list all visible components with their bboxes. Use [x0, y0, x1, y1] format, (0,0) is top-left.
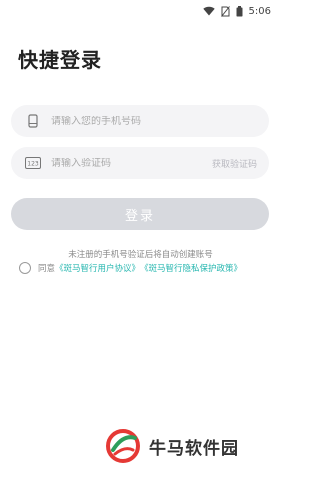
no-sim-icon: [220, 5, 230, 17]
watermark-logo-icon: [103, 424, 143, 468]
watermark: 牛马软件园: [103, 424, 239, 468]
get-code-button[interactable]: 获取验证码: [212, 157, 257, 170]
wifi-icon: [202, 6, 215, 16]
status-bar: 5:06: [0, 0, 281, 22]
phone-input[interactable]: [51, 115, 257, 127]
agreement-checkbox[interactable]: [19, 262, 31, 274]
code-123-icon: 123: [25, 155, 41, 171]
status-time: 5:06: [248, 5, 271, 17]
phone-icon: [25, 113, 41, 129]
svg-text:123: 123: [27, 161, 39, 168]
login-button[interactable]: 登录: [11, 198, 269, 230]
phone-field[interactable]: [11, 105, 269, 137]
agreement-prefix: 同意: [38, 264, 56, 274]
agreement-row: 同意 《斑马智行用户协议》 《斑马智行隐私保护政策》: [19, 262, 242, 274]
user-agreement-link[interactable]: 《斑马智行用户协议》: [55, 262, 140, 274]
watermark-text: 牛马软件园: [149, 438, 239, 459]
privacy-policy-link[interactable]: 《斑马智行隐私保护政策》: [140, 262, 242, 274]
battery-icon: [236, 5, 243, 17]
auto-register-notice: 未注册的手机号验证后将自动创建账号: [68, 250, 213, 260]
page-title: 快捷登录: [18, 48, 102, 72]
code-input[interactable]: [51, 157, 212, 169]
code-field[interactable]: 123 获取验证码: [11, 147, 269, 179]
